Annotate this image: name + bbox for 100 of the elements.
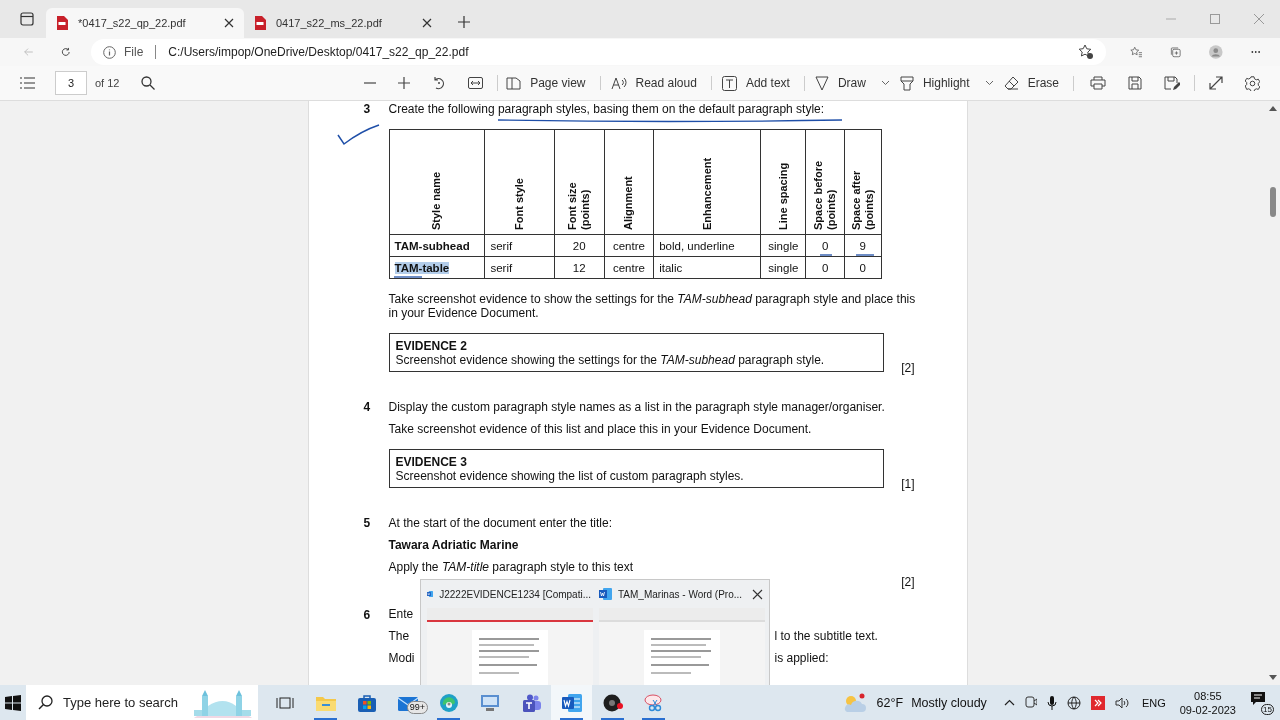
question-text: Ente — [388, 607, 415, 621]
column-header: Space before (points) — [812, 159, 839, 230]
running-indicator — [437, 718, 460, 720]
column-header: Enhancement — [700, 156, 714, 230]
shield-app-icon[interactable] — [1090, 695, 1105, 710]
table-cell: bold, underline — [659, 239, 735, 252]
zoom-in-icon[interactable] — [398, 77, 411, 89]
globe-icon[interactable] — [1066, 695, 1081, 710]
settings-icon[interactable] — [1245, 75, 1260, 91]
start-icon[interactable] — [5, 694, 21, 711]
question-text: The — [388, 629, 411, 643]
new-tab-icon[interactable] — [458, 16, 470, 28]
window-preview[interactable]: J2222EVIDENCE1234 [Compati... — [427, 586, 591, 685]
info-icon — [102, 45, 116, 59]
close-icon[interactable] — [422, 18, 432, 28]
contents-list-icon[interactable] — [20, 77, 35, 89]
ink-underline — [392, 275, 423, 279]
title-text: Tawara Adriatic Marine — [388, 538, 520, 552]
running-indicator — [314, 718, 337, 720]
question-text: Create the following paragraph styles, basing them on the default paragraph style: — [388, 102, 826, 116]
chevron-up-icon[interactable] — [1003, 699, 1015, 706]
scroll-thumb[interactable] — [1269, 187, 1276, 217]
page-number-field[interactable]: 3 — [55, 71, 87, 95]
favorites-icon[interactable] — [1129, 44, 1143, 60]
notification-count: 15 — [1261, 703, 1274, 715]
refresh-icon[interactable] — [61, 45, 71, 59]
language-indicator[interactable]: ENG — [1141, 696, 1166, 709]
question-text: Apply the TAM-title paragraph style to this text — [388, 560, 635, 574]
fit-width-icon[interactable] — [468, 77, 484, 89]
browser-swirl-icon — [439, 693, 458, 712]
record-disc-icon — [602, 693, 623, 712]
eraser-icon — [1003, 75, 1019, 91]
word-app-icon — [561, 693, 582, 712]
toolbar-button[interactable]: Page view — [506, 76, 601, 90]
table-cell: TAM-subhead — [394, 239, 470, 252]
add-favorite-icon[interactable] — [1077, 44, 1094, 60]
scroll-up-icon[interactable] — [1268, 105, 1277, 111]
weather-condition[interactable]: Mostly cloudy — [911, 695, 987, 710]
notification-icon[interactable] — [1250, 690, 1266, 706]
table-cell: italic — [659, 261, 683, 274]
search-field[interactable]: Type here to search — [26, 685, 258, 720]
close-icon[interactable] — [752, 588, 763, 600]
ink-underline — [854, 253, 875, 257]
tab-actions-icon[interactable] — [20, 12, 34, 26]
profile-avatar-icon[interactable] — [1209, 42, 1223, 62]
store-bag-icon — [357, 693, 376, 712]
page-count: of 12 — [95, 77, 120, 89]
speaker-icon[interactable] — [1114, 696, 1129, 709]
tab-title: 0417_s22_ms_22.pdf — [276, 17, 383, 29]
weather-temperature[interactable]: 62°F — [876, 695, 904, 710]
read-aloud-icon — [610, 76, 627, 90]
word-app-icon — [599, 588, 612, 600]
taskbar-app[interactable]: 99+ — [387, 685, 428, 720]
taskbar-app[interactable] — [551, 685, 592, 720]
pen-icon — [814, 75, 829, 91]
toolbar-button[interactable]: Highlight — [899, 75, 994, 91]
search-icon[interactable] — [141, 76, 156, 90]
ink-underline — [818, 253, 833, 257]
question-number: 4 — [363, 400, 372, 414]
people-icon — [520, 693, 541, 712]
running-indicator — [560, 718, 583, 720]
scheme-label: File — [123, 45, 144, 59]
camera-icon[interactable] — [1024, 696, 1037, 709]
rotate-icon[interactable] — [432, 76, 447, 90]
marks-label: [2] — [901, 361, 916, 375]
toolbar-button[interactable]: Erase — [1003, 75, 1074, 91]
text-box-icon — [721, 75, 737, 91]
table-cell: single — [768, 239, 799, 252]
question-text: At the start of the document enter the title: — [388, 516, 613, 530]
browser-tab[interactable]: 0417_s22_ms_22.pdf — [244, 8, 442, 38]
pdf-file-icon — [254, 16, 266, 30]
table-cell: 0 — [822, 261, 829, 274]
page-view-icon — [506, 76, 522, 90]
toolbar-button[interactable]: Draw — [814, 75, 890, 91]
clock-time[interactable]: 08:55 — [1194, 688, 1222, 703]
close-icon[interactable] — [224, 18, 234, 28]
window-title: TAM_Marinas - Word (Pro... — [618, 588, 743, 600]
address-field[interactable]: File C:/Users/impop/OneDrive/Desktop/0417_s22_qp_22.pdf — [90, 39, 1106, 65]
toolbar-button[interactable]: Add text — [721, 75, 805, 91]
table-cell: 0 — [859, 261, 866, 274]
save-icon[interactable] — [1128, 76, 1142, 90]
url-text: C:/Users/impop/OneDrive/Desktop/0417_s22_qp_22.pdf — [168, 45, 469, 59]
table-cell: 0 — [822, 239, 829, 252]
toolbar-button[interactable]: Read aloud — [610, 76, 712, 90]
save-as-icon[interactable] — [1164, 75, 1180, 91]
expand-icon[interactable] — [1209, 76, 1223, 90]
question-text: Modi — [388, 651, 416, 665]
clock-date[interactable]: 09-02-2023 — [1179, 702, 1236, 717]
question-text: Display the custom paragraph style names as a list in the paragraph style manager/organiser. — [388, 400, 886, 414]
more-icon[interactable] — [1250, 50, 1260, 54]
scroll-down-icon[interactable] — [1268, 675, 1277, 681]
print-icon[interactable] — [1090, 76, 1106, 90]
window-preview[interactable]: TAM_Marinas - Word (Pro... — [599, 586, 763, 685]
caret-icon — [984, 80, 994, 86]
table-cell: centre — [612, 261, 645, 274]
browser-tab[interactable]: *0417_s22_qp_22.pdf — [46, 8, 244, 38]
caret-icon — [880, 80, 890, 86]
collections-icon[interactable] — [1170, 44, 1181, 60]
microphone-icon[interactable] — [1046, 695, 1057, 710]
question-text: Take screenshot evidence to show the settings for the TAM-subhead paragraph style and place this in your Evidence Document. — [388, 292, 917, 320]
